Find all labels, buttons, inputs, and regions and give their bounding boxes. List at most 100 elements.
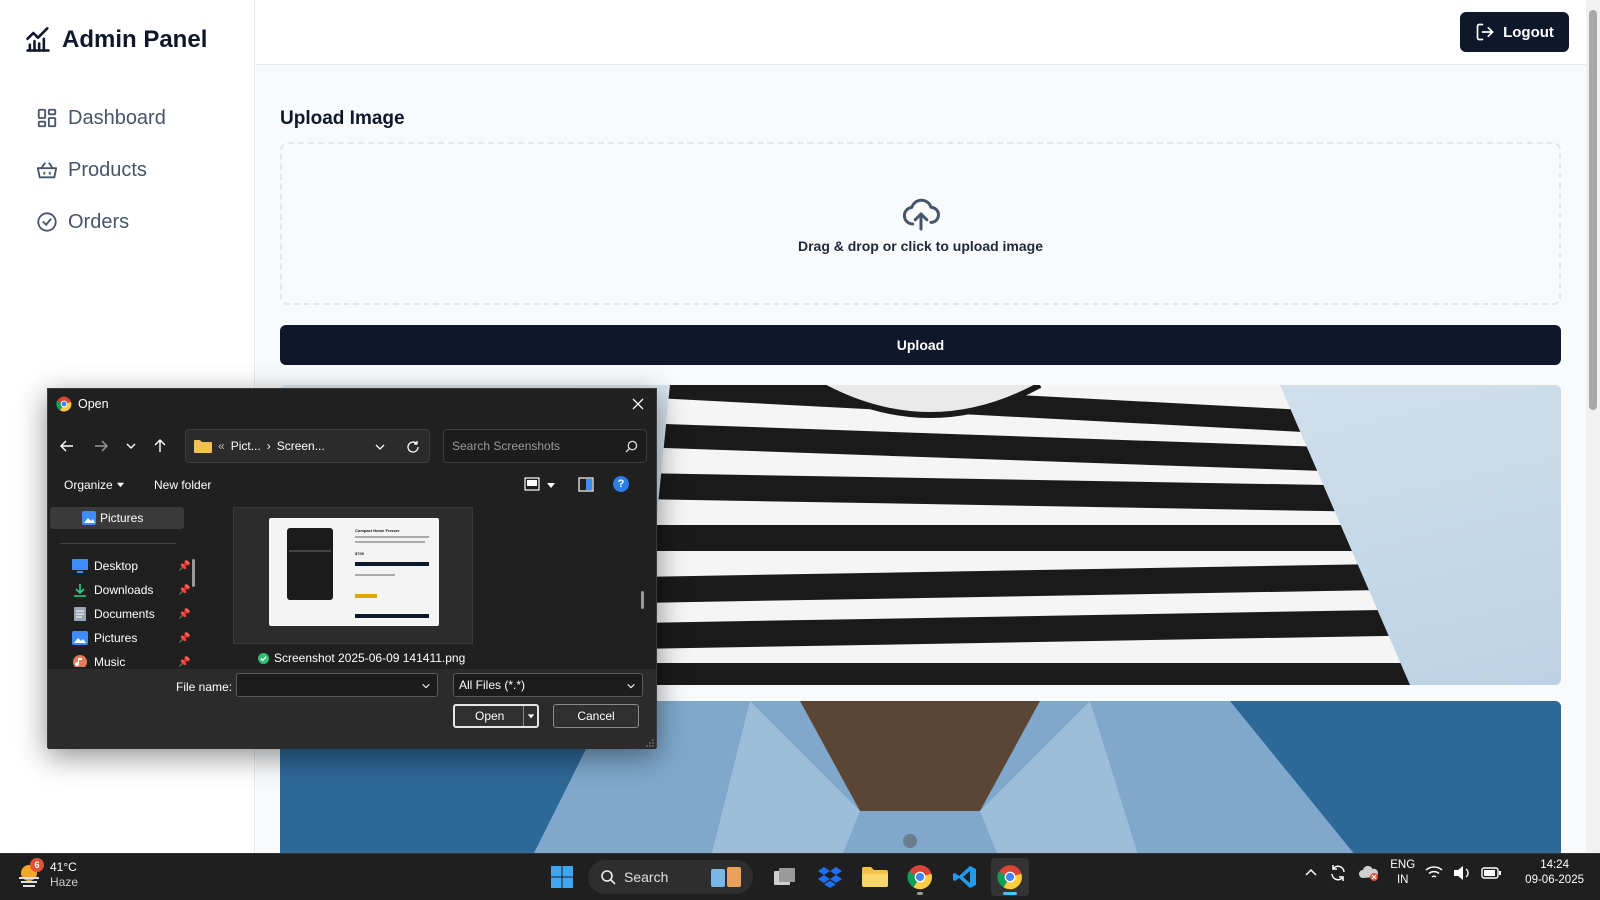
pane-divider — [60, 543, 176, 544]
pane-item-pictures-selected[interactable]: Pictures — [50, 507, 184, 529]
upload-dropzone[interactable]: Drag & drop or click to upload image — [280, 142, 1561, 305]
file-explorer-app[interactable] — [856, 858, 894, 896]
chevron-down-icon — [627, 683, 635, 689]
resize-grip-icon[interactable] — [646, 739, 654, 747]
up-folder-button[interactable] — [149, 435, 171, 457]
music-icon — [73, 655, 87, 667]
chevron-up-icon[interactable] — [1304, 866, 1318, 880]
pin-icon: 📌 — [178, 585, 191, 596]
sidebar-item-music[interactable]: Music — [72, 655, 182, 667]
pin-icon: 📌 — [178, 609, 191, 620]
chart-logo-icon — [26, 27, 50, 52]
volume-icon[interactable] — [1453, 865, 1471, 881]
start-button[interactable] — [543, 858, 581, 896]
navigation-pane: Pictures Desktop 📌 Downloads 📌 Documents… — [48, 507, 208, 667]
pin-icon: 📌 — [178, 633, 191, 644]
file-thumbnail[interactable]: Compact Home Freezer $700 — [233, 507, 473, 644]
breadcrumb-pictures[interactable]: Pict... — [231, 439, 261, 453]
back-button[interactable] — [56, 435, 78, 457]
breadcrumb-screenshots[interactable]: Screen... — [277, 439, 325, 453]
cancel-button[interactable]: Cancel — [553, 704, 639, 728]
lang-line2: IN — [1396, 874, 1409, 886]
page-scrollbar[interactable] — [1586, 0, 1600, 853]
help-icon: ? — [617, 478, 625, 490]
sync-icon[interactable] — [1328, 863, 1348, 883]
address-separator: « — [218, 439, 225, 453]
organize-button[interactable]: Organize — [64, 478, 125, 492]
close-icon — [632, 398, 644, 410]
battery-icon[interactable] — [1481, 866, 1502, 880]
clock[interactable]: 14:24 09-06-2025 — [1525, 858, 1584, 888]
open-split-dropdown[interactable] — [523, 706, 537, 726]
sidebar-item-label: Dashboard — [68, 106, 166, 129]
folder-icon — [194, 440, 212, 453]
sidebar-nav: Dashboard Products Orders — [36, 92, 166, 248]
dialog-close-button[interactable] — [628, 394, 648, 414]
address-bar[interactable]: « Pict... › Screen... — [185, 429, 430, 463]
task-view-icon — [774, 868, 795, 885]
dialog-toolbar: Organize New folder ? — [48, 473, 656, 499]
file-name-row[interactable]: Screenshot 2025-06-09 141411.png — [258, 651, 465, 665]
sidebar-item-desktop[interactable]: Desktop — [72, 559, 182, 573]
sidebar-item-dashboard[interactable]: Dashboard — [36, 92, 166, 144]
dialog-footer: File name: All Files (*.*) Open Cancel — [48, 669, 656, 749]
cloud-offline-icon[interactable] — [1358, 864, 1380, 882]
help-button[interactable]: ? — [613, 476, 629, 492]
chevron-down-icon[interactable] — [374, 441, 386, 453]
sidebar-item-downloads[interactable]: Downloads — [72, 583, 182, 597]
brand: Admin Panel — [24, 26, 207, 54]
sidebar-item-orders[interactable]: Orders — [36, 196, 166, 248]
upload-button[interactable]: Upload — [280, 325, 1561, 365]
new-folder-button[interactable]: New folder — [154, 478, 211, 492]
chrome-app[interactable] — [901, 858, 939, 896]
taskbar-search[interactable]: Search — [588, 860, 753, 894]
folder-icon — [862, 867, 888, 887]
vscode-icon — [953, 866, 976, 888]
basket-icon — [36, 162, 58, 179]
desktop-icon — [72, 559, 88, 573]
file-type-select[interactable]: All Files (*.*) — [453, 673, 643, 697]
refresh-icon[interactable] — [406, 440, 420, 454]
recent-locations-button[interactable] — [120, 435, 142, 457]
file-scrollbar[interactable] — [641, 591, 644, 609]
weather-temp: 41°C — [50, 860, 77, 874]
documents-icon — [74, 607, 86, 621]
preview-pane-icon[interactable] — [578, 477, 594, 493]
sidebar-item-documents[interactable]: Documents — [72, 607, 182, 621]
chevron-down-icon — [527, 714, 534, 719]
filename-input[interactable] — [236, 673, 438, 697]
dialog-titlebar[interactable]: Open — [48, 389, 656, 419]
dialog-navigation-bar: « Pict... › Screen... Search Screenshots — [48, 429, 656, 463]
file-list: Compact Home Freezer $700 Screenshot 202… — [208, 507, 654, 667]
running-indicator — [917, 892, 923, 895]
view-options-icon[interactable] — [524, 477, 558, 493]
wifi-icon[interactable] — [1425, 865, 1443, 881]
language-indicator[interactable]: ENG IN — [1390, 858, 1415, 888]
pin-icon: 📌 — [178, 657, 191, 667]
forward-button[interactable] — [90, 435, 112, 457]
weather-text: 41°C Haze — [50, 860, 78, 890]
weather-icon-wrap: 6 — [16, 858, 44, 888]
cloud-upload-icon — [902, 198, 940, 230]
search-input[interactable]: Search Screenshots — [443, 429, 647, 463]
taskbar-apps: Search — [543, 858, 1029, 896]
page-title: Upload Image — [280, 108, 405, 129]
search-highlight-icon — [711, 867, 741, 887]
pane-scrollbar[interactable] — [192, 559, 195, 587]
file-name: Screenshot 2025-06-09 141411.png — [274, 651, 466, 665]
scrollbar-thumb[interactable] — [1589, 10, 1597, 410]
download-icon — [74, 584, 86, 597]
weather-widget[interactable]: 6 41°C Haze — [16, 858, 78, 890]
taskbar-search-label: Search — [624, 869, 669, 885]
sidebar-item-pictures[interactable]: Pictures — [72, 631, 182, 645]
task-view-button[interactable] — [766, 858, 804, 896]
sidebar-item-products[interactable]: Products — [36, 144, 166, 196]
dropbox-app[interactable] — [811, 858, 849, 896]
search-icon — [601, 870, 616, 885]
chrome-active-app[interactable] — [991, 858, 1029, 896]
dropzone-text: Drag & drop or click to upload image — [797, 237, 1044, 254]
open-button[interactable]: Open — [453, 704, 539, 728]
logout-button[interactable]: Logout — [1460, 12, 1569, 52]
pane-item-label: Music — [94, 655, 126, 667]
vscode-app[interactable] — [946, 858, 984, 896]
